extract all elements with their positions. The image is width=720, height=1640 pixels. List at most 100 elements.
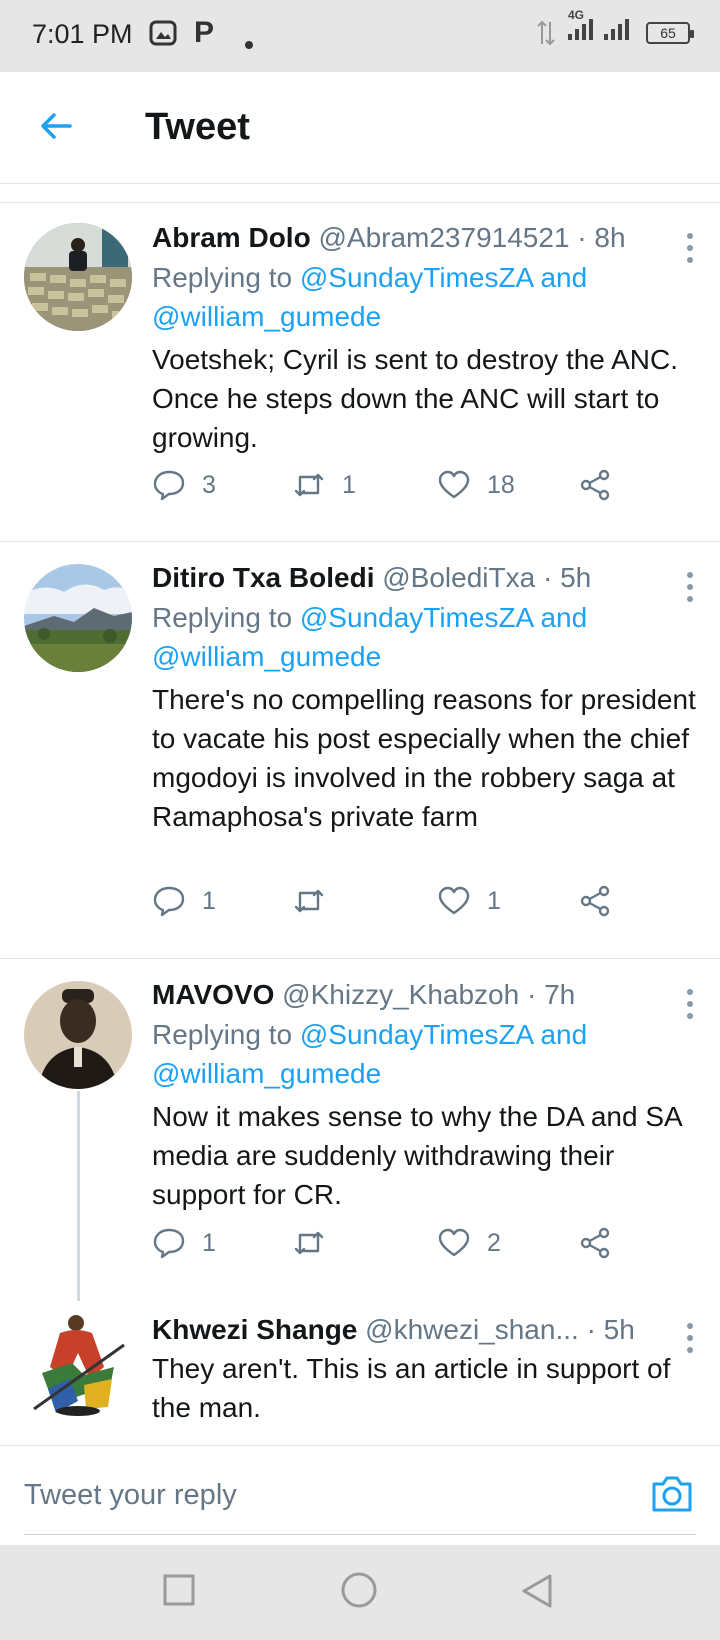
replying-prefix: Replying to — [152, 262, 293, 293]
share-button[interactable] — [578, 468, 612, 502]
heart-icon — [438, 470, 470, 499]
display-name[interactable]: Khwezi Shange — [152, 1314, 357, 1345]
tweet-body: Ditiro Txa Boledi @BolediTxa · 5h Replyi… — [152, 559, 700, 836]
reply-count: 1 — [202, 1228, 216, 1257]
p-icon: P — [194, 16, 215, 49]
retweet-icon — [294, 1231, 324, 1255]
like-button[interactable]: 2 — [437, 1226, 501, 1260]
avatar[interactable] — [24, 1309, 132, 1417]
tweet-card[interactable]: Abram Dolo @Abram237914521 · 8h Replying… — [0, 203, 720, 542]
retweet-button[interactable] — [292, 884, 342, 918]
replying-to: Replying to @SundayTimesZA and @william_… — [152, 598, 700, 676]
page-title: Tweet — [145, 106, 250, 148]
like-button[interactable]: 18 — [437, 468, 515, 502]
tweet-card[interactable]: MAVOVO @Khizzy_Khabzoh · 7h Replying to … — [0, 959, 720, 1301]
heart-icon — [438, 1228, 470, 1257]
share-button[interactable] — [578, 884, 612, 918]
share-icon — [580, 885, 610, 917]
more-options-icon[interactable] — [686, 233, 694, 263]
display-name[interactable]: Abram Dolo — [152, 222, 311, 253]
user-handle[interactable]: @Abram237914521 — [318, 222, 569, 253]
replying-to: Replying to @SundayTimesZA and @william_… — [152, 1015, 700, 1093]
tweet-actions: 1 2 — [152, 1226, 622, 1266]
share-button[interactable] — [578, 1226, 612, 1260]
system-nav-bar — [0, 1545, 720, 1640]
replying-prefix: Replying to — [152, 602, 293, 633]
tweet-time: · 8h — [577, 222, 626, 253]
tweet-time: · 7h — [526, 979, 576, 1010]
tweet-header: Ditiro Txa Boledi @BolediTxa · 5h — [152, 559, 700, 597]
camera-icon[interactable] — [650, 1474, 694, 1514]
reply-icon — [153, 1228, 185, 1259]
reply-count: 3 — [202, 470, 216, 499]
share-icon — [580, 469, 610, 501]
avatar[interactable] — [24, 981, 132, 1089]
signal-icon: 4G — [566, 8, 636, 47]
tweet-text: Now it makes sense to why the DA and SA … — [152, 1101, 682, 1210]
tweet-card[interactable]: Ditiro Txa Boledi @BolediTxa · 5h Replyi… — [0, 542, 720, 959]
tweet-actions: 1 1 — [152, 884, 622, 924]
gallery-icon — [148, 18, 178, 55]
more-options-icon[interactable] — [686, 1323, 694, 1353]
network-type: 4G — [568, 8, 585, 22]
top-app-bar: Tweet — [0, 72, 720, 184]
retweet-icon — [294, 889, 324, 913]
thread-connector — [77, 1091, 80, 1301]
divider — [24, 1534, 696, 1535]
tweet-text: There's no compelling reasons for presid… — [152, 684, 696, 832]
reply-composer: Tweet your reply — [0, 1445, 720, 1545]
avatar[interactable] — [24, 564, 132, 672]
like-count: 18 — [487, 470, 515, 499]
reply-icon — [153, 470, 185, 501]
reply-button[interactable]: 1 — [152, 884, 216, 918]
reply-button[interactable]: 3 — [152, 468, 216, 502]
data-transfer-icon — [537, 20, 555, 45]
user-handle[interactable]: @Khizzy_Khabzoh — [282, 979, 519, 1010]
status-bar: 7:01 PM P 4G 65 — [0, 0, 720, 72]
more-options-icon[interactable] — [686, 989, 694, 1019]
reply-count: 1 — [202, 886, 216, 915]
replying-prefix: Replying to — [152, 1019, 293, 1050]
display-name[interactable]: MAVOVO — [152, 979, 274, 1010]
recents-square-icon[interactable] — [162, 1573, 196, 1612]
reply-input[interactable]: Tweet your reply — [24, 1479, 237, 1512]
reply-feed[interactable]: Abram Dolo @Abram237914521 · 8h Replying… — [0, 185, 720, 1445]
tweet-actions: 3 1 18 — [152, 468, 622, 508]
retweet-button[interactable]: 1 — [292, 468, 356, 502]
tweet-header: Abram Dolo @Abram237914521 · 8h — [152, 219, 700, 257]
like-count: 1 — [487, 886, 501, 915]
battery-level: 65 — [660, 24, 676, 41]
status-right: 4G 65 — [536, 8, 694, 47]
retweet-count: 1 — [342, 470, 356, 499]
tweet-card[interactable]: Khwezi Shange @khwezi_shan... · 5h They … — [0, 1299, 720, 1445]
reply-button[interactable]: 1 — [152, 1226, 216, 1260]
tweet-time: · 5h — [586, 1314, 635, 1345]
tweet-header: Khwezi Shange @khwezi_shan... · 5h — [152, 1311, 700, 1349]
tweet-body: MAVOVO @Khizzy_Khabzoh · 7h Replying to … — [152, 976, 700, 1214]
dot-icon — [244, 26, 254, 57]
reply-icon — [153, 886, 185, 917]
retweet-icon — [294, 473, 324, 497]
replying-to: Replying to @SundayTimesZA and @william_… — [152, 258, 700, 336]
tweet-text: Voetshek; Cyril is sent to destroy the A… — [152, 344, 679, 453]
more-options-icon[interactable] — [686, 572, 694, 602]
display-name[interactable]: Ditiro Txa Boledi — [152, 562, 374, 593]
user-handle[interactable]: @BolediTxa — [382, 562, 535, 593]
like-button[interactable]: 1 — [437, 884, 501, 918]
back-triangle-icon[interactable] — [520, 1573, 554, 1614]
retweet-button[interactable] — [292, 1226, 342, 1260]
home-circle-icon[interactable] — [340, 1571, 378, 1614]
arrow-left-icon[interactable] — [36, 106, 76, 146]
status-time: 7:01 PM — [32, 19, 133, 49]
tweet-text: They aren't. This is an article in suppo… — [152, 1353, 671, 1423]
heart-icon — [438, 886, 470, 915]
tweet-time: · 5h — [542, 562, 592, 593]
tweet-body: Khwezi Shange @khwezi_shan... · 5h They … — [152, 1311, 700, 1427]
tweet-body: Abram Dolo @Abram237914521 · 8h Replying… — [152, 219, 700, 457]
tweet-header: MAVOVO @Khizzy_Khabzoh · 7h — [152, 976, 700, 1014]
user-handle[interactable]: @khwezi_shan... — [365, 1314, 579, 1345]
like-count: 2 — [487, 1228, 501, 1257]
share-icon — [580, 1227, 610, 1259]
avatar[interactable] — [24, 223, 132, 331]
battery-icon: 65 — [646, 21, 694, 44]
